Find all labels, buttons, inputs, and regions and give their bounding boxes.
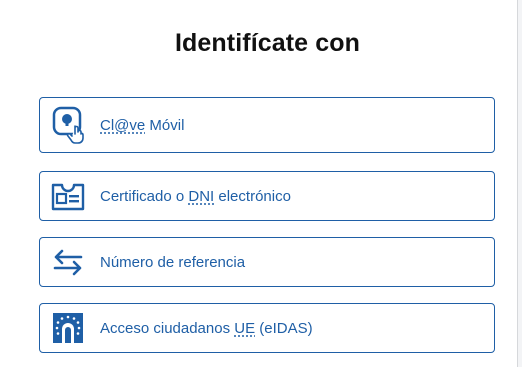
option-label: Número de referencia — [100, 253, 246, 271]
page-title: Identifícate con — [175, 29, 360, 57]
option-numero-referencia[interactable]: Número de referencia — [39, 237, 495, 287]
clave-abbr: Cl@ve — [100, 116, 146, 134]
option-label: Acceso ciudadanos UE (eIDAS) — [100, 320, 313, 337]
label-text: (eIDAS) — [255, 319, 313, 337]
eu-stars-door-icon — [51, 310, 85, 346]
label-text: Acceso ciudadanos — [100, 319, 235, 337]
ue-abbr: UE — [234, 319, 256, 337]
id-card-icon — [51, 178, 85, 214]
label-text: Certificado o — [100, 187, 189, 205]
option-eidas[interactable]: Acceso ciudadanos UE (eIDAS) — [39, 303, 495, 353]
clave-phone-hand-icon — [51, 106, 85, 144]
label-text: Móvil — [145, 116, 185, 134]
option-label: Cl@ve Móvil — [100, 117, 184, 134]
dni-abbr: DNI — [188, 187, 215, 205]
label-text: electrónico — [214, 187, 291, 205]
option-label: Certificado o DNI electrónico — [100, 188, 291, 205]
transfer-arrows-icon — [51, 244, 85, 280]
option-clave-movil[interactable]: Cl@ve Móvil — [39, 97, 495, 153]
option-certificado[interactable]: Certificado o DNI electrónico — [39, 171, 495, 221]
